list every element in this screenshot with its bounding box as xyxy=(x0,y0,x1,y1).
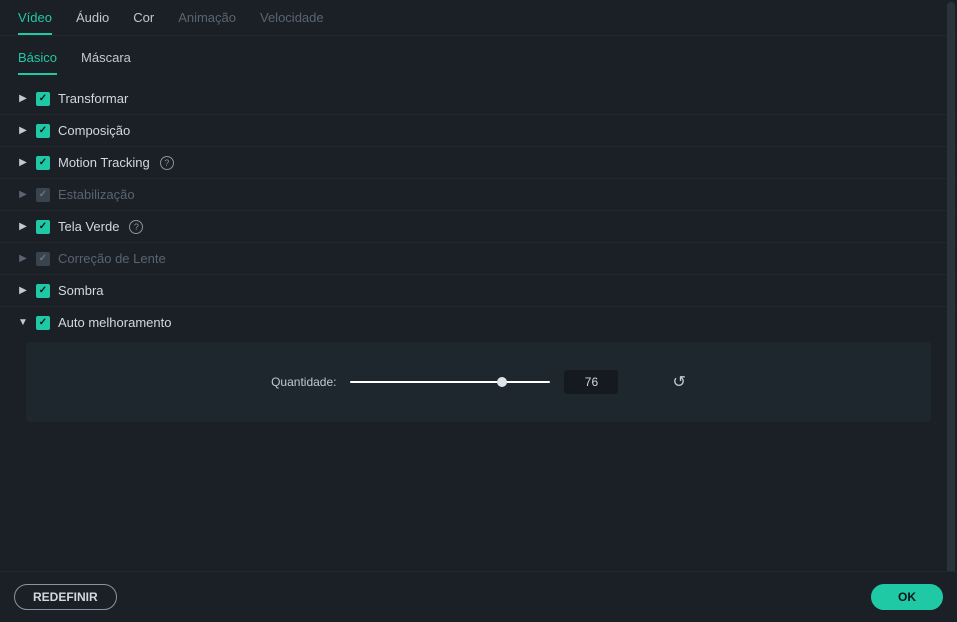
footer: REDEFINIR OK xyxy=(0,571,957,622)
section-shadow[interactable]: ▶ ✓ Sombra xyxy=(0,275,957,307)
main-tabs: Vídeo Áudio Cor Animação Velocidade xyxy=(0,0,957,36)
checkbox-auto-enhance[interactable]: ✓ xyxy=(36,316,50,330)
quantity-value[interactable]: 76 xyxy=(564,370,618,394)
tab-audio[interactable]: Áudio xyxy=(76,10,109,35)
auto-enhance-panel: Quantidade: 76 ↺ xyxy=(26,342,931,422)
section-auto-enhance[interactable]: ▼ ✓ Auto melhoramento xyxy=(0,307,957,338)
sections-list: ▶ ✓ Transformar ▶ ✓ Composição ▶ ✓ Motio… xyxy=(0,75,957,422)
quantity-label: Quantidade: xyxy=(271,375,336,389)
checkbox-composition[interactable]: ✓ xyxy=(36,124,50,138)
section-label: Sombra xyxy=(58,283,104,298)
section-label: Tela Verde xyxy=(58,219,119,234)
reset-button[interactable]: REDEFINIR xyxy=(14,584,117,610)
section-label: Motion Tracking xyxy=(58,155,150,170)
section-label: Transformar xyxy=(58,91,128,106)
chevron-right-icon: ▶ xyxy=(18,125,28,136)
sub-tabs: Básico Máscara xyxy=(0,36,957,75)
section-stabilization: ▶ ✓ Estabilização xyxy=(0,179,957,211)
section-label: Auto melhoramento xyxy=(58,315,171,330)
chevron-right-icon: ▶ xyxy=(18,157,28,168)
checkbox-lens-correction: ✓ xyxy=(36,252,50,266)
checkbox-motion-tracking[interactable]: ✓ xyxy=(36,156,50,170)
tab-speed: Velocidade xyxy=(260,10,324,35)
subtab-basic[interactable]: Básico xyxy=(18,50,57,75)
subtab-mask[interactable]: Máscara xyxy=(81,50,131,75)
section-label: Correção de Lente xyxy=(58,251,166,266)
reset-icon[interactable]: ↺ xyxy=(672,372,685,392)
section-lens-correction: ▶ ✓ Correção de Lente xyxy=(0,243,957,275)
chevron-right-icon: ▶ xyxy=(18,221,28,232)
quantity-slider[interactable] xyxy=(350,381,550,383)
help-icon[interactable]: ? xyxy=(160,156,174,170)
section-composition[interactable]: ▶ ✓ Composição xyxy=(0,115,957,147)
checkbox-transform[interactable]: ✓ xyxy=(36,92,50,106)
section-label: Estabilização xyxy=(58,187,135,202)
tab-video[interactable]: Vídeo xyxy=(18,10,52,35)
chevron-down-icon: ▼ xyxy=(18,317,28,328)
chevron-right-icon: ▶ xyxy=(18,189,28,200)
chevron-right-icon: ▶ xyxy=(18,93,28,104)
checkbox-green-screen[interactable]: ✓ xyxy=(36,220,50,234)
tab-animation: Animação xyxy=(178,10,236,35)
chevron-right-icon: ▶ xyxy=(18,285,28,296)
checkbox-shadow[interactable]: ✓ xyxy=(36,284,50,298)
section-transform[interactable]: ▶ ✓ Transformar xyxy=(0,83,957,115)
section-label: Composição xyxy=(58,123,130,138)
scrollbar[interactable] xyxy=(947,2,955,578)
tab-color[interactable]: Cor xyxy=(133,10,154,35)
slider-thumb[interactable] xyxy=(497,377,507,387)
section-motion-tracking[interactable]: ▶ ✓ Motion Tracking ? xyxy=(0,147,957,179)
checkbox-stabilization: ✓ xyxy=(36,188,50,202)
chevron-right-icon: ▶ xyxy=(18,253,28,264)
ok-button[interactable]: OK xyxy=(871,584,943,610)
section-green-screen[interactable]: ▶ ✓ Tela Verde ? xyxy=(0,211,957,243)
help-icon[interactable]: ? xyxy=(129,220,143,234)
